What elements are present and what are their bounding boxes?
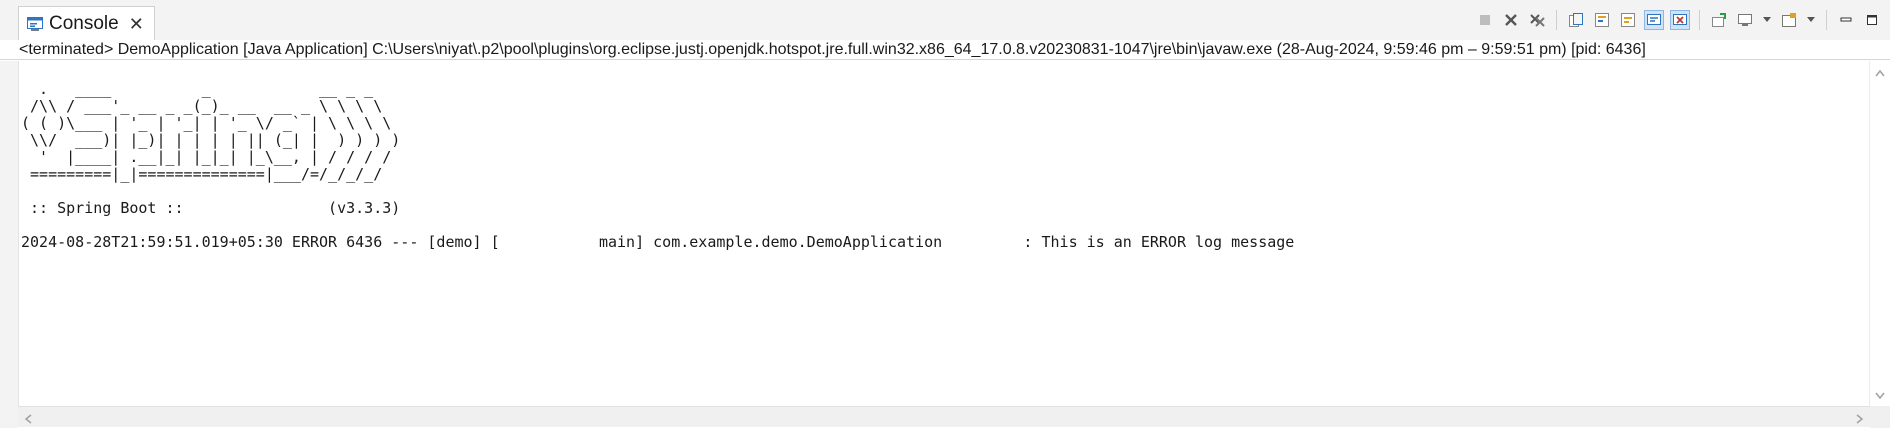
- console-toolbar: [1475, 8, 1882, 32]
- word-wrap-icon[interactable]: [1618, 10, 1638, 30]
- display-console-icon[interactable]: [1735, 10, 1755, 30]
- open-console-icon[interactable]: [1779, 10, 1799, 30]
- maximize-icon[interactable]: [1862, 10, 1882, 30]
- minimize-icon[interactable]: [1836, 10, 1856, 30]
- terminate-icon[interactable]: [1475, 10, 1495, 30]
- scroll-down-icon[interactable]: [1875, 388, 1885, 402]
- console-output: . ____ _ __ _ _ /\\ / ___'_ __ _ _(_)_ _…: [21, 81, 1294, 251]
- view-tab-bar: Console ✕: [0, 0, 1890, 41]
- scroll-left-icon[interactable]: [24, 412, 32, 426]
- toolbar-separator: [1826, 10, 1827, 30]
- close-icon[interactable]: ✕: [129, 15, 144, 33]
- pin-console-icon[interactable]: [1709, 10, 1729, 30]
- scroll-lock-icon[interactable]: [1592, 10, 1612, 30]
- scroll-right-icon[interactable]: [1856, 412, 1864, 426]
- scrollbar-corner: [1870, 406, 1890, 428]
- tab-console[interactable]: Console ✕: [18, 6, 155, 40]
- spring-banner: . ____ _ __ _ _ /\\ / ___'_ __ _ _(_)_ _…: [21, 80, 401, 183]
- launch-status-line: <terminated> DemoApplication [Java Appli…: [0, 40, 1890, 60]
- vertical-scrollbar[interactable]: [1869, 61, 1890, 406]
- copy-icon[interactable]: [1566, 10, 1586, 30]
- show-stdout-icon[interactable]: [1644, 10, 1664, 30]
- spring-boot-version-line: :: Spring Boot :: (v3.3.3): [21, 199, 401, 217]
- remove-all-terminated-icon[interactable]: [1527, 10, 1547, 30]
- tab-console-label: Console: [49, 12, 119, 34]
- chevron-down-icon[interactable]: [1805, 10, 1817, 30]
- remove-launch-icon[interactable]: [1501, 10, 1521, 30]
- left-gutter: [0, 61, 18, 428]
- log-line: 2024-08-28T21:59:51.019+05:30 ERROR 6436…: [21, 233, 1295, 251]
- show-stderr-icon[interactable]: [1670, 10, 1690, 30]
- console-output-area[interactable]: . ____ _ __ _ _ /\\ / ___'_ __ _ _(_)_ _…: [18, 61, 1871, 406]
- console-icon: [27, 16, 43, 31]
- toolbar-separator: [1699, 10, 1700, 30]
- horizontal-scrollbar[interactable]: [18, 406, 1870, 427]
- toolbar-separator: [1556, 10, 1557, 30]
- chevron-down-icon[interactable]: [1761, 10, 1773, 30]
- scroll-up-icon[interactable]: [1875, 65, 1885, 79]
- console-view: Console ✕ <terminated> DemoApplication […: [0, 0, 1890, 428]
